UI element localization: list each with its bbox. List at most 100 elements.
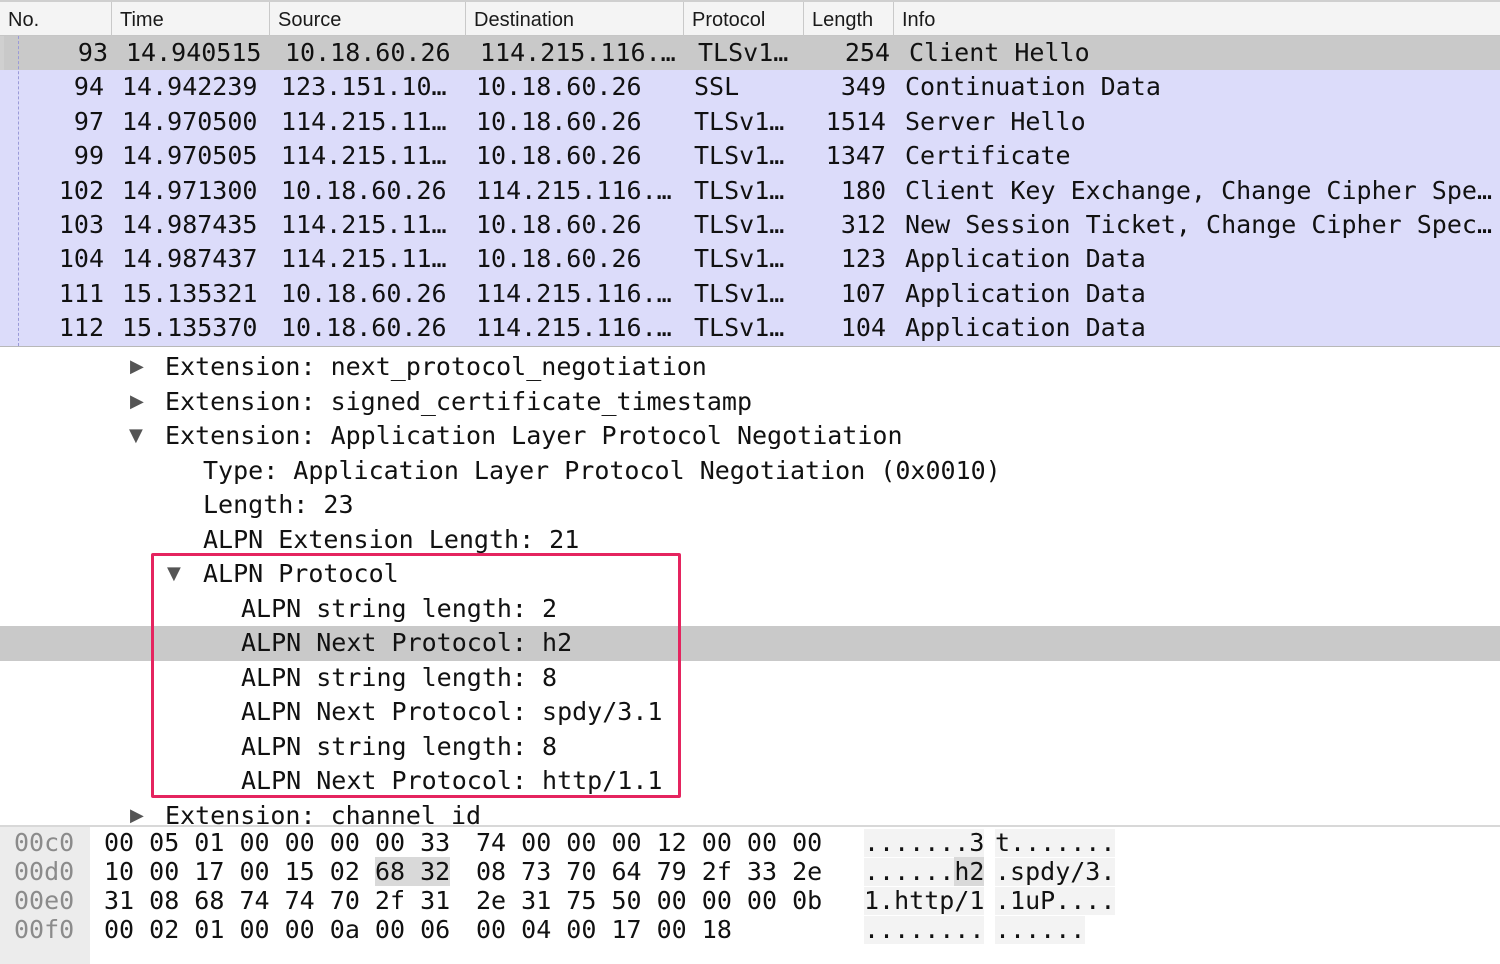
packet-time: 14.942239 bbox=[122, 72, 258, 102]
tree-item-alpn-next-protocol[interactable]: ALPN Next Protocol: http/1.1 bbox=[0, 764, 1500, 799]
packet-info: Application Data bbox=[905, 278, 1146, 308]
ascii-bytes-selected: h2 bbox=[954, 857, 985, 886]
packet-no: 94 bbox=[73, 72, 104, 102]
hex-bytes[interactable]: 31 08 68 74 74 70 2f 31 bbox=[104, 887, 450, 915]
tree-item-extension-channel-id[interactable]: ▶ Extension: channel_id bbox=[0, 799, 1500, 826]
packet-info: Client Key Exchange, Change Cipher Spe… bbox=[905, 175, 1492, 205]
packet-row[interactable]: 104 14.987437 114.215.11… 10.18.60.26 TL… bbox=[0, 242, 1500, 277]
packet-row[interactable]: 102 14.971300 10.18.60.26 114.215.116.… … bbox=[0, 173, 1500, 208]
packet-no: 112 bbox=[58, 313, 104, 343]
tree-item-label: ALPN string length: 8 bbox=[241, 662, 558, 692]
tree-item-alpn-string-length[interactable]: ALPN string length: 8 bbox=[0, 661, 1500, 696]
tree-item-extension-npn[interactable]: ▶ Extension: next_protocol_negotiation bbox=[0, 350, 1500, 385]
tree-item-alpn-ext-length[interactable]: ALPN Extension Length: 21 bbox=[0, 523, 1500, 558]
packet-source: 114.215.11… bbox=[281, 106, 447, 136]
packet-time: 15.135370 bbox=[122, 313, 258, 343]
expand-triangle-icon[interactable]: ▶ bbox=[130, 350, 144, 384]
tree-item-type[interactable]: Type: Application Layer Protocol Negotia… bbox=[0, 454, 1500, 489]
tree-item-alpn-next-protocol-selected[interactable]: ALPN Next Protocol: h2 bbox=[0, 626, 1500, 661]
packet-destination: 10.18.60.26 bbox=[476, 72, 642, 102]
packet-info: New Session Ticket, Change Cipher Spec… bbox=[905, 210, 1492, 239]
hex-bytes[interactable]: 00 02 01 00 00 0a 00 06 bbox=[104, 916, 450, 944]
tree-item-alpn-string-length[interactable]: ALPN string length: 2 bbox=[0, 592, 1500, 627]
packet-row[interactable]: 112 15.135370 10.18.60.26 114.215.116.… … bbox=[0, 311, 1500, 346]
packet-row-selected[interactable]: 93 14.940515 10.18.60.26 114.215.116.… T… bbox=[0, 36, 1500, 71]
hex-bytes[interactable]: 10 00 17 00 15 02 68 32 bbox=[104, 857, 451, 886]
packet-detail-tree: ▶ Extension: next_protocol_negotiation ▶… bbox=[0, 347, 1500, 825]
ascii-bytes[interactable]: 1.http/1 bbox=[864, 887, 985, 915]
hex-offset: 00c0 bbox=[14, 828, 75, 857]
tree-item-label: Extension: Application Layer Protocol Ne… bbox=[165, 421, 903, 450]
collapse-triangle-icon[interactable]: ▼ bbox=[129, 419, 143, 453]
packet-no: 99 bbox=[73, 141, 104, 171]
packet-row[interactable]: 103 14.987435 114.215.11… 10.18.60.26 TL… bbox=[0, 208, 1500, 243]
packet-protocol: TLSv1… bbox=[694, 210, 785, 239]
column-header-protocol[interactable]: Protocol bbox=[684, 2, 804, 36]
hex-bytes[interactable]: 00 04 00 17 00 18 bbox=[476, 916, 732, 944]
packet-length: 1347 bbox=[825, 141, 886, 171]
column-header-no[interactable]: No. bbox=[0, 2, 112, 36]
packet-length: 104 bbox=[840, 313, 886, 343]
packet-protocol: SSL bbox=[694, 72, 740, 102]
packet-info: Server Hello bbox=[905, 106, 1086, 136]
hex-row[interactable]: 00d0 10 00 17 00 15 02 68 32 08 73 70 64… bbox=[0, 857, 1500, 887]
packet-row[interactable]: 97 14.970500 114.215.11… 10.18.60.26 TLS… bbox=[0, 104, 1500, 140]
ascii-bytes[interactable]: .spdy/3. bbox=[995, 858, 1116, 886]
packet-time: 14.987435 bbox=[122, 210, 258, 239]
column-header-time[interactable]: Time bbox=[112, 2, 270, 36]
hex-row[interactable]: 00e0 31 08 68 74 74 70 2f 31 2e 31 75 50… bbox=[0, 887, 1500, 916]
ascii-bytes[interactable]: ...... bbox=[995, 916, 1086, 944]
packet-source: 123.151.10… bbox=[281, 72, 447, 102]
hex-bytes[interactable]: 00 05 01 00 00 00 00 33 bbox=[104, 829, 450, 857]
packet-no: 97 bbox=[73, 106, 104, 136]
hex-bytes[interactable]: 08 73 70 64 79 2f 33 2e bbox=[476, 858, 822, 886]
packet-row[interactable]: 94 14.942239 123.151.10… 10.18.60.26 SSL… bbox=[0, 70, 1500, 105]
packet-length: 123 bbox=[840, 244, 886, 274]
column-header-info[interactable]: Info bbox=[894, 2, 1500, 36]
hex-bytes[interactable]: 74 00 00 00 12 00 00 00 bbox=[476, 829, 822, 857]
ascii-bytes[interactable]: t....... bbox=[995, 829, 1116, 857]
column-header-destination[interactable]: Destination bbox=[466, 2, 684, 36]
ascii-bytes[interactable]: ......h2 bbox=[864, 857, 985, 886]
packet-length: 180 bbox=[840, 175, 886, 205]
packet-row[interactable]: 99 14.970505 114.215.11… 10.18.60.26 TLS… bbox=[0, 139, 1500, 174]
hex-row[interactable]: 00c0 00 05 01 00 00 00 00 33 74 00 00 00… bbox=[0, 829, 1500, 858]
ascii-bytes[interactable]: .1uP.... bbox=[995, 887, 1116, 915]
packet-source: 10.18.60.26 bbox=[281, 278, 447, 308]
hex-bytes-plain: 10 00 17 00 15 02 bbox=[104, 857, 375, 886]
tree-item-label: Length: 23 bbox=[203, 490, 354, 519]
tree-item-alpn-protocol[interactable]: ▼ ALPN Protocol bbox=[0, 557, 1500, 592]
packet-length: 349 bbox=[840, 72, 886, 102]
column-header-source[interactable]: Source bbox=[270, 2, 466, 36]
collapse-triangle-icon[interactable]: ▼ bbox=[167, 557, 181, 591]
expand-triangle-icon[interactable]: ▶ bbox=[130, 385, 144, 419]
hex-offset: 00d0 bbox=[14, 857, 75, 886]
tree-item-length[interactable]: Length: 23 bbox=[0, 488, 1500, 523]
tree-item-label: ALPN Next Protocol: h2 bbox=[241, 628, 573, 657]
tree-item-extension-alpn[interactable]: ▼ Extension: Application Layer Protocol … bbox=[0, 419, 1500, 454]
ascii-bytes[interactable]: .......3 bbox=[864, 829, 985, 857]
packet-source: 10.18.60.26 bbox=[281, 175, 447, 205]
hex-offset: 00e0 bbox=[14, 886, 75, 915]
hex-row[interactable]: 00f0 00 02 01 00 00 0a 00 06 00 04 00 17… bbox=[0, 916, 1500, 945]
packet-no: 103 bbox=[58, 210, 104, 239]
tree-item-alpn-string-length[interactable]: ALPN string length: 8 bbox=[0, 730, 1500, 765]
expand-triangle-icon[interactable]: ▶ bbox=[130, 799, 144, 826]
packet-destination: 114.215.116.… bbox=[480, 38, 676, 67]
tree-item-extension-sct[interactable]: ▶ Extension: signed_certificate_timestam… bbox=[0, 385, 1500, 420]
packet-no: 104 bbox=[58, 244, 104, 274]
hex-bytes-selected: 68 32 bbox=[374, 857, 451, 886]
packet-destination: 114.215.116.… bbox=[476, 278, 672, 308]
packet-length: 254 bbox=[844, 38, 890, 67]
packet-destination: 10.18.60.26 bbox=[476, 244, 642, 274]
tree-item-label: ALPN string length: 8 bbox=[241, 731, 558, 761]
packet-no: 111 bbox=[58, 278, 104, 308]
tree-item-alpn-next-protocol[interactable]: ALPN Next Protocol: spdy/3.1 bbox=[0, 695, 1500, 730]
packet-row[interactable]: 111 15.135321 10.18.60.26 114.215.116.… … bbox=[0, 276, 1500, 312]
hex-bytes[interactable]: 2e 31 75 50 00 00 00 0b bbox=[476, 887, 822, 915]
column-header-length[interactable]: Length bbox=[804, 2, 894, 36]
ascii-bytes[interactable]: ........ bbox=[864, 916, 985, 944]
packet-destination: 10.18.60.26 bbox=[476, 210, 642, 239]
packet-info: Application Data bbox=[905, 313, 1146, 343]
packet-source: 114.215.11… bbox=[281, 141, 447, 171]
